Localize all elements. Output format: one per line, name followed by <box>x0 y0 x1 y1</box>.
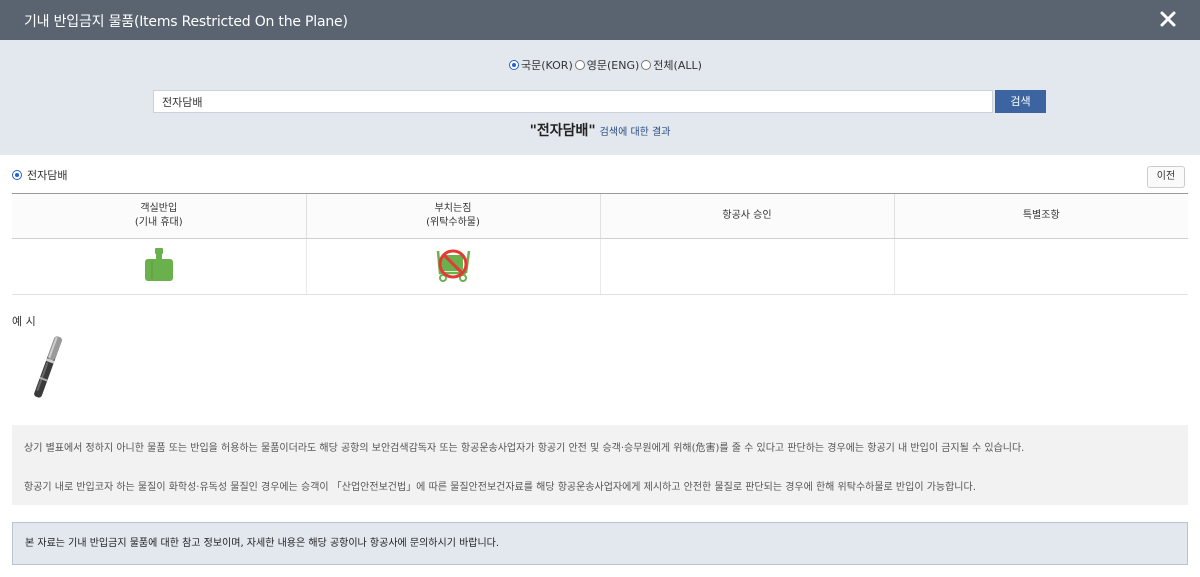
search-button[interactable]: 검색 <box>995 90 1046 113</box>
column-header-line1: 부치는짐 <box>434 203 472 214</box>
restriction-table: 객실반입 (기내 휴대) 부치는짐 (위탁수하물) 항공사 승인 특별조항 <box>12 193 1188 295</box>
language-radio-group: 국문(KOR) 영문(ENG) 전체(ALL) <box>509 57 704 73</box>
radio-option-kor[interactable]: 국문(KOR) <box>509 57 573 73</box>
cell-airline-approval <box>599 238 894 295</box>
column-header-line2: (위탁수하물) <box>426 217 480 228</box>
search-result-caption: "전자담배" 검색에 대한 결과 <box>0 120 1200 140</box>
column-header-line1: 특별조항 <box>1022 210 1060 221</box>
close-icon[interactable] <box>1157 8 1179 30</box>
item-heading: 전자담배 <box>12 167 67 183</box>
cell-checked-status <box>305 238 600 295</box>
radio-kor[interactable] <box>509 60 519 70</box>
prev-button[interactable]: 이전 <box>1147 166 1185 188</box>
column-header-line2: (기내 휴대) <box>134 217 183 228</box>
table-row <box>12 238 1188 295</box>
item-radio-icon <box>12 170 22 180</box>
result-term: "전자담배" <box>529 123 596 139</box>
radio-option-eng[interactable]: 영문(ENG) <box>574 57 640 73</box>
radio-all[interactable] <box>641 60 652 70</box>
search-input[interactable] <box>153 90 993 113</box>
e-cigarette-pen-image <box>34 336 62 398</box>
example-title: 예 시 <box>12 315 36 328</box>
item-name: 전자담배 <box>27 169 68 182</box>
radio-label-eng: 영문(ENG) <box>586 59 640 72</box>
column-header-airline-approval: 항공사 승인 <box>599 193 894 239</box>
note-text: 항공기 내로 반입코자 하는 물질이 화학성·유독성 물질인 경우에는 승객이 … <box>24 482 976 493</box>
column-header-line1: 객실반입 <box>140 203 178 214</box>
cell-special-provision <box>893 238 1188 295</box>
radio-label-kor: 국문(KOR) <box>521 59 573 72</box>
reference-notice: 본 자료는 기내 반입금지 물품에 대한 참고 정보이며, 자세한 내용은 해당… <box>12 522 1188 565</box>
radio-label-all: 전체(ALL) <box>653 59 702 72</box>
cell-cabin-status <box>12 238 306 295</box>
column-header-line1: 항공사 승인 <box>722 210 772 221</box>
column-header-checked: 부치는짐 (위탁수하물) <box>305 193 600 239</box>
modal-titlebar: 기내 반입금지 물품(Items Restricted On the Plane… <box>0 0 1200 40</box>
carry-on-allowed-icon <box>144 247 173 281</box>
radio-eng[interactable] <box>574 60 585 70</box>
search-panel: 국문(KOR) 영문(ENG) 전체(ALL) 검색 "전자담배"검색에 대한 … <box>0 40 1200 155</box>
column-header-cabin: 객실반입 (기내 휴대) <box>12 193 306 239</box>
modal-title: 기내 반입금지 물품(Items Restricted On the Plane… <box>24 14 348 30</box>
note-text: 상기 별표에서 정하지 아니한 물품 또는 반입을 허용하는 물품이더라도 해당… <box>24 443 1025 454</box>
radio-option-all[interactable]: 전체(ALL) <box>641 57 702 73</box>
table-header-row: 객실반입 (기내 휴대) 부치는짐 (위탁수하물) 항공사 승인 특별조항 <box>12 193 1188 239</box>
column-header-special-provision: 특별조항 <box>893 193 1188 239</box>
result-suffix: 검색에 대한 결과 <box>599 127 671 138</box>
checked-baggage-prohibited-icon <box>436 249 471 282</box>
notes-panel: 상기 별표에서 정하지 아니한 물품 또는 반입을 허용하는 물품이더라도 해당… <box>12 425 1188 505</box>
